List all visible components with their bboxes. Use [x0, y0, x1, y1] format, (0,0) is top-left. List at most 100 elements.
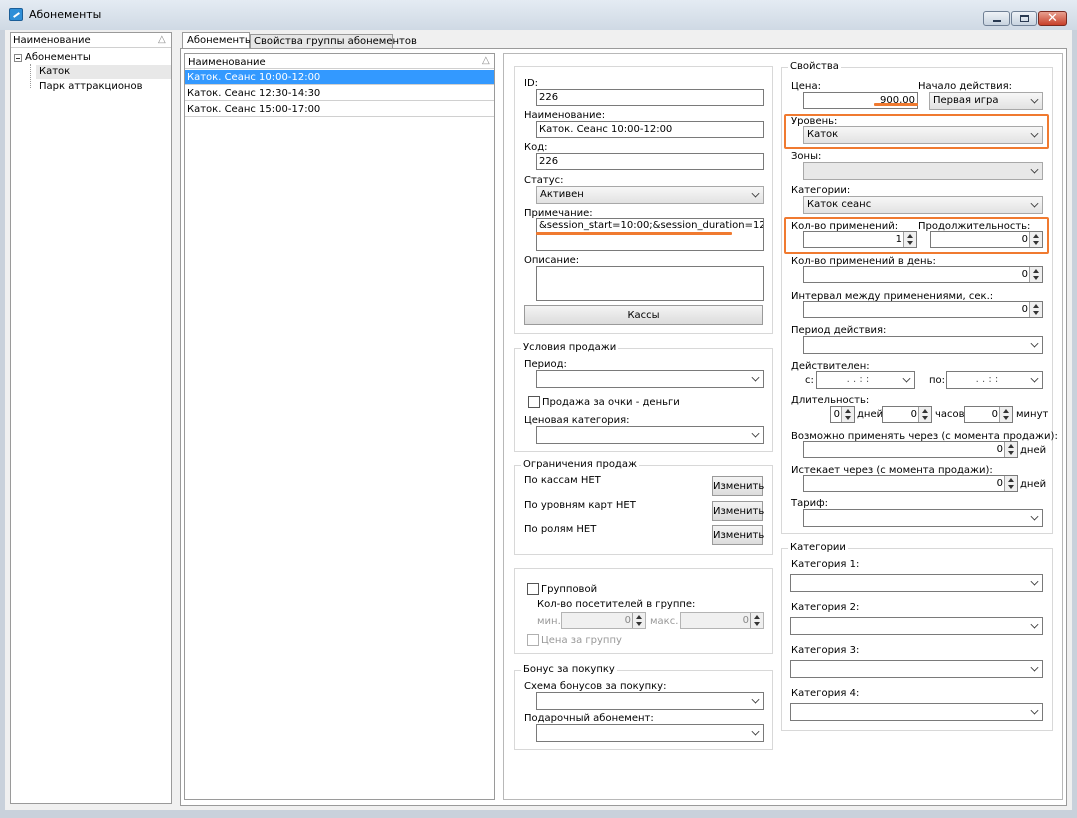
close-icon: ✕ — [1047, 11, 1058, 26]
sort-icon: △ — [482, 55, 490, 66]
min-visitors-spinner[interactable]: 0 — [561, 612, 646, 629]
group-title: Свойства — [788, 61, 841, 73]
zones-select[interactable] — [803, 162, 1043, 180]
chevron-down-icon — [1030, 706, 1039, 715]
group-title: Бонус за покупку — [521, 664, 617, 676]
hours-spinner[interactable]: 0 — [882, 406, 932, 423]
list-row[interactable]: Каток. Сеанс 12:30-14:30 — [185, 86, 494, 101]
tree-root[interactable]: Абонементы — [25, 52, 91, 64]
status-select[interactable]: Активен — [536, 186, 764, 204]
status-value: Активен — [540, 189, 584, 200]
expires-spinner[interactable]: 0 — [803, 475, 1018, 492]
chevron-down-icon — [751, 727, 760, 736]
category-2-select[interactable] — [790, 617, 1043, 635]
tree-item-selected[interactable]: Каток — [36, 65, 171, 79]
valid-from-value: . . : : — [846, 374, 870, 385]
minimize-icon — [993, 20, 1001, 22]
tab-group-properties[interactable]: Свойства группы абонементов — [250, 34, 417, 48]
note-field[interactable]: &session_start=10:00;&session_duration=1… — [536, 218, 764, 251]
tab-subscriptions[interactable]: Абонементы — [182, 32, 253, 48]
valid-to-picker[interactable]: . . : : — [946, 371, 1043, 389]
chevron-down-icon — [1030, 199, 1039, 208]
tariff-select[interactable] — [803, 509, 1043, 527]
group-title: Условия продажи — [521, 342, 619, 354]
apply-after-spinner[interactable]: 0 — [803, 441, 1018, 458]
chevron-down-icon — [1030, 577, 1039, 586]
app-icon — [9, 8, 23, 21]
start-value: Первая игра — [933, 95, 999, 106]
kassy-button[interactable]: Кассы — [524, 305, 763, 325]
tree-expand-icon[interactable] — [14, 54, 22, 62]
start-select[interactable]: Первая игра — [929, 92, 1043, 110]
uses-per-day-spinner[interactable]: 0 — [803, 266, 1043, 283]
min-label: мин. — [537, 616, 561, 627]
tree-item[interactable]: Парк аттракционов — [39, 81, 142, 93]
sort-icon: △ — [158, 34, 166, 45]
list-row-label: Каток. Сеанс 12:30-14:30 — [187, 88, 321, 99]
chevron-down-icon — [751, 429, 760, 438]
minimize-button[interactable] — [983, 11, 1010, 26]
max-visitors-spinner[interactable]: 0 — [680, 612, 764, 629]
bonus-scheme-select[interactable] — [536, 692, 764, 710]
maximize-button[interactable] — [1011, 11, 1037, 26]
days-spinner[interactable]: 0 — [830, 406, 855, 423]
valid-to-value: . . : : — [975, 374, 999, 385]
restriction-levels-label: По уровням карт НЕТ — [524, 500, 636, 511]
points-checkbox[interactable] — [528, 396, 540, 408]
categories-select[interactable]: Каток сеанс — [803, 196, 1043, 214]
id-field[interactable]: 226 — [536, 89, 764, 106]
price-field[interactable]: 900,00 — [803, 92, 918, 109]
group-checkbox[interactable] — [527, 583, 539, 595]
category-3-label: Категория 3: — [791, 645, 860, 656]
validity-period-select[interactable] — [803, 336, 1043, 354]
chevron-down-icon — [1030, 95, 1039, 104]
tree-header[interactable]: Наименование △ — [11, 33, 171, 48]
minutes-spinner[interactable]: 0 — [964, 406, 1013, 423]
description-field[interactable] — [536, 266, 764, 301]
period-select[interactable] — [536, 370, 764, 388]
close-button[interactable]: ✕ — [1038, 11, 1067, 26]
uses-spinner[interactable]: 1 — [803, 231, 917, 248]
group-title: Ограничения продаж — [521, 459, 639, 471]
chevron-down-icon — [902, 374, 911, 383]
level-select[interactable]: Каток — [803, 126, 1043, 144]
category-3-select[interactable] — [790, 660, 1043, 678]
change-roles-button[interactable]: Изменить — [712, 525, 764, 545]
duration-spinner[interactable]: 0 — [930, 231, 1043, 248]
subscription-list: Наименование △ Каток. Сеанс 10:00-12:00 … — [184, 53, 495, 800]
note-highlight-underline — [536, 232, 732, 235]
list-header[interactable]: Наименование △ — [185, 54, 494, 69]
tree-item-label: Каток — [39, 66, 71, 77]
window-title: Абонементы — [29, 8, 102, 21]
tab-label: Свойства группы абонементов — [254, 36, 417, 47]
valid-to-label: по: — [929, 375, 946, 386]
chevron-down-icon — [1030, 129, 1039, 138]
minutes-unit: минут — [1016, 409, 1049, 420]
code-field[interactable]: 226 — [536, 153, 764, 170]
apply-after-unit: дней — [1020, 445, 1047, 456]
interval-spinner[interactable]: 0 — [803, 301, 1043, 318]
chevron-down-icon — [751, 189, 760, 198]
gift-select[interactable] — [536, 724, 764, 742]
change-levels-button[interactable]: Изменить — [712, 501, 764, 521]
tree-line — [30, 64, 31, 88]
chevron-down-icon — [1030, 165, 1039, 174]
list-row-label: Каток. Сеанс 15:00-17:00 — [187, 104, 321, 115]
chevron-down-icon — [1030, 620, 1039, 629]
category-4-label: Категория 4: — [791, 688, 860, 699]
tab-label: Абонементы — [187, 35, 253, 46]
price-highlight-underline — [874, 103, 918, 106]
max-label: макс. — [650, 616, 679, 627]
category-4-select[interactable] — [790, 703, 1043, 721]
restriction-kassy-label: По кассам НЕТ — [524, 475, 601, 486]
list-row[interactable]: Каток. Сеанс 15:00-17:00 — [185, 102, 494, 117]
group-price-checkbox[interactable] — [527, 634, 539, 646]
list-row-selected[interactable]: Каток. Сеанс 10:00-12:00 — [185, 70, 494, 85]
change-kassy-button[interactable]: Изменить — [712, 476, 764, 496]
points-checkbox-label: Продажа за очки - деньги — [542, 397, 680, 408]
price-category-select[interactable] — [536, 426, 764, 444]
chevron-down-icon — [751, 695, 760, 704]
name-field[interactable]: Каток. Сеанс 10:00-12:00 — [536, 121, 764, 138]
valid-from-picker[interactable]: . . : : — [816, 371, 915, 389]
category-1-select[interactable] — [790, 574, 1043, 592]
